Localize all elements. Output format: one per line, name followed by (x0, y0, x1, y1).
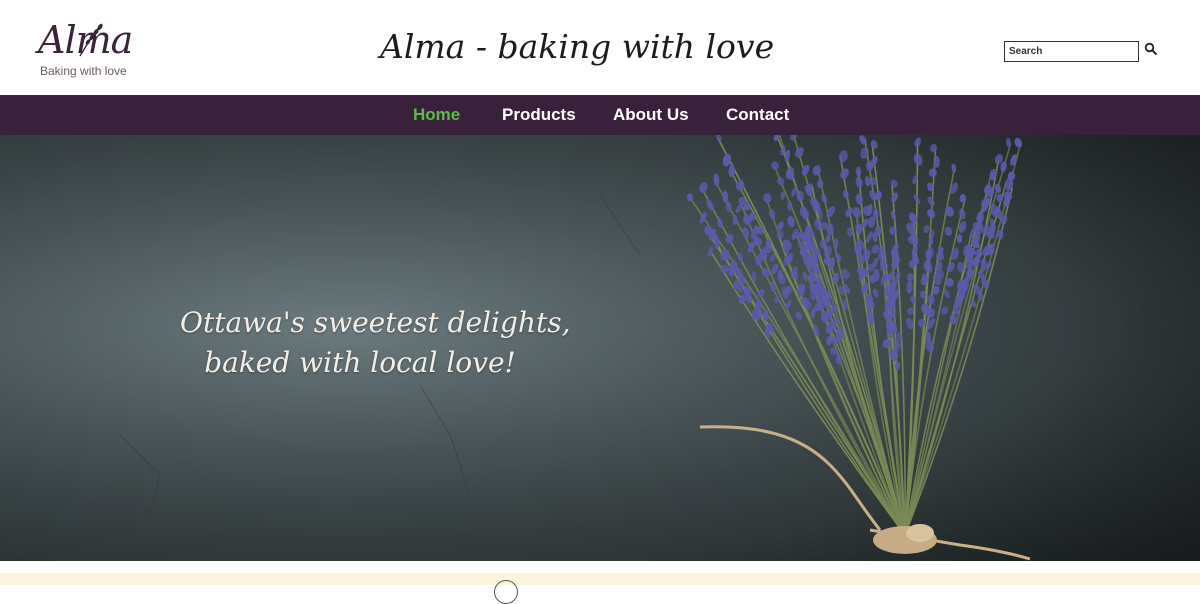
scroll-indicator[interactable] (494, 580, 518, 604)
search-icon[interactable] (1144, 42, 1158, 56)
footer-band (0, 573, 1200, 585)
hero-tagline-line-2: baked with local love! (204, 346, 516, 379)
main-nav: Home Products About Us Contact (0, 95, 1200, 135)
logo-tagline: Baking with love (40, 64, 127, 78)
footer-strip (0, 561, 1200, 604)
search-form (1004, 41, 1172, 63)
nav-item-about-us[interactable]: About Us (613, 95, 689, 135)
nav-item-contact[interactable]: Contact (726, 95, 789, 135)
search-input[interactable] (1004, 41, 1139, 62)
site-logo[interactable]: Alma Baking with love (38, 18, 148, 82)
site-title: Alma - baking with love (380, 27, 775, 66)
nav-item-products[interactable]: Products (502, 95, 576, 135)
nav-item-home[interactable]: Home (413, 95, 460, 135)
site-header: Alma Baking with love Alma - baking with… (0, 0, 1200, 95)
lavender-sprig-icon (79, 23, 103, 57)
hero-tagline-line-1: Ottawa's sweetest delights, (180, 306, 571, 339)
hero-banner: Ottawa's sweetest delights, baked with l… (0, 135, 1200, 561)
hero-tagline: Ottawa's sweetest delights, baked with l… (180, 303, 571, 383)
